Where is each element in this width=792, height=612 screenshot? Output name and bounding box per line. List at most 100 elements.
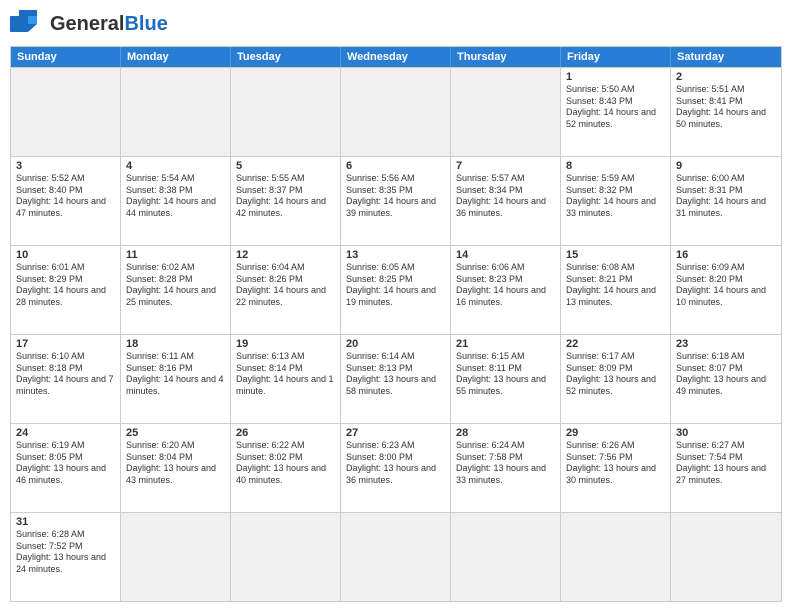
calendar-cell: 6Sunrise: 5:56 AMSunset: 8:35 PMDaylight… (341, 157, 451, 245)
calendar-cell: 28Sunrise: 6:24 AMSunset: 7:58 PMDayligh… (451, 424, 561, 512)
calendar-cell (341, 68, 451, 156)
day-number: 3 (16, 160, 115, 172)
day-number: 9 (676, 160, 776, 172)
calendar-cell: 15Sunrise: 6:08 AMSunset: 8:21 PMDayligh… (561, 246, 671, 334)
day-number: 12 (236, 249, 335, 261)
calendar-cell: 14Sunrise: 6:06 AMSunset: 8:23 PMDayligh… (451, 246, 561, 334)
sun-info: Sunrise: 6:18 AMSunset: 8:07 PMDaylight:… (676, 351, 776, 398)
calendar-cell: 18Sunrise: 6:11 AMSunset: 8:16 PMDayligh… (121, 335, 231, 423)
calendar-cell: 17Sunrise: 6:10 AMSunset: 8:18 PMDayligh… (11, 335, 121, 423)
sun-info: Sunrise: 6:23 AMSunset: 8:00 PMDaylight:… (346, 440, 445, 487)
sun-info: Sunrise: 5:59 AMSunset: 8:32 PMDaylight:… (566, 173, 665, 220)
day-number: 1 (566, 71, 665, 83)
calendar-cell: 4Sunrise: 5:54 AMSunset: 8:38 PMDaylight… (121, 157, 231, 245)
day-number: 4 (126, 160, 225, 172)
sun-info: Sunrise: 6:19 AMSunset: 8:05 PMDaylight:… (16, 440, 115, 487)
day-header-saturday: Saturday (671, 47, 781, 67)
calendar-cell: 11Sunrise: 6:02 AMSunset: 8:28 PMDayligh… (121, 246, 231, 334)
calendar-cell: 7Sunrise: 5:57 AMSunset: 8:34 PMDaylight… (451, 157, 561, 245)
calendar-cell: 12Sunrise: 6:04 AMSunset: 8:26 PMDayligh… (231, 246, 341, 334)
calendar-cell: 31Sunrise: 6:28 AMSunset: 7:52 PMDayligh… (11, 513, 121, 601)
calendar-cell: 25Sunrise: 6:20 AMSunset: 8:04 PMDayligh… (121, 424, 231, 512)
sun-info: Sunrise: 6:13 AMSunset: 8:14 PMDaylight:… (236, 351, 335, 398)
day-number: 25 (126, 427, 225, 439)
day-number: 17 (16, 338, 115, 350)
calendar-cell: 27Sunrise: 6:23 AMSunset: 8:00 PMDayligh… (341, 424, 451, 512)
day-number: 11 (126, 249, 225, 261)
day-number: 30 (676, 427, 776, 439)
sun-info: Sunrise: 6:22 AMSunset: 8:02 PMDaylight:… (236, 440, 335, 487)
logo: GeneralBlue (10, 10, 168, 38)
day-number: 6 (346, 160, 445, 172)
calendar-cell: 13Sunrise: 6:05 AMSunset: 8:25 PMDayligh… (341, 246, 451, 334)
day-number: 24 (16, 427, 115, 439)
calendar-week-1: 1Sunrise: 5:50 AMSunset: 8:43 PMDaylight… (11, 67, 781, 156)
calendar-cell (121, 513, 231, 601)
day-number: 5 (236, 160, 335, 172)
sun-info: Sunrise: 5:54 AMSunset: 8:38 PMDaylight:… (126, 173, 225, 220)
sun-info: Sunrise: 6:04 AMSunset: 8:26 PMDaylight:… (236, 262, 335, 309)
day-number: 28 (456, 427, 555, 439)
calendar-cell: 24Sunrise: 6:19 AMSunset: 8:05 PMDayligh… (11, 424, 121, 512)
sun-info: Sunrise: 6:01 AMSunset: 8:29 PMDaylight:… (16, 262, 115, 309)
day-number: 18 (126, 338, 225, 350)
day-header-sunday: Sunday (11, 47, 121, 67)
calendar-cell: 8Sunrise: 5:59 AMSunset: 8:32 PMDaylight… (561, 157, 671, 245)
calendar-week-6: 31Sunrise: 6:28 AMSunset: 7:52 PMDayligh… (11, 512, 781, 601)
calendar-cell: 23Sunrise: 6:18 AMSunset: 8:07 PMDayligh… (671, 335, 781, 423)
sun-info: Sunrise: 6:26 AMSunset: 7:56 PMDaylight:… (566, 440, 665, 487)
calendar-cell (451, 68, 561, 156)
calendar-cell (231, 68, 341, 156)
calendar-cell: 19Sunrise: 6:13 AMSunset: 8:14 PMDayligh… (231, 335, 341, 423)
day-number: 10 (16, 249, 115, 261)
calendar-cell (341, 513, 451, 601)
day-number: 8 (566, 160, 665, 172)
day-header-monday: Monday (121, 47, 231, 67)
calendar-cell (671, 513, 781, 601)
day-number: 21 (456, 338, 555, 350)
sun-info: Sunrise: 5:51 AMSunset: 8:41 PMDaylight:… (676, 84, 776, 131)
calendar-cell: 22Sunrise: 6:17 AMSunset: 8:09 PMDayligh… (561, 335, 671, 423)
day-header-thursday: Thursday (451, 47, 561, 67)
calendar-cell: 5Sunrise: 5:55 AMSunset: 8:37 PMDaylight… (231, 157, 341, 245)
calendar-body: 1Sunrise: 5:50 AMSunset: 8:43 PMDaylight… (11, 67, 781, 601)
sun-info: Sunrise: 6:14 AMSunset: 8:13 PMDaylight:… (346, 351, 445, 398)
calendar-cell (11, 68, 121, 156)
day-number: 22 (566, 338, 665, 350)
sun-info: Sunrise: 6:11 AMSunset: 8:16 PMDaylight:… (126, 351, 225, 398)
sun-info: Sunrise: 6:08 AMSunset: 8:21 PMDaylight:… (566, 262, 665, 309)
calendar-cell: 26Sunrise: 6:22 AMSunset: 8:02 PMDayligh… (231, 424, 341, 512)
calendar-cell: 16Sunrise: 6:09 AMSunset: 8:20 PMDayligh… (671, 246, 781, 334)
calendar-cell (231, 513, 341, 601)
calendar: SundayMondayTuesdayWednesdayThursdayFrid… (10, 46, 782, 602)
sun-info: Sunrise: 6:09 AMSunset: 8:20 PMDaylight:… (676, 262, 776, 309)
header: GeneralBlue (10, 10, 782, 38)
day-header-tuesday: Tuesday (231, 47, 341, 67)
day-number: 29 (566, 427, 665, 439)
page: GeneralBlue SundayMondayTuesdayWednesday… (0, 0, 792, 612)
calendar-cell: 30Sunrise: 6:27 AMSunset: 7:54 PMDayligh… (671, 424, 781, 512)
sun-info: Sunrise: 6:10 AMSunset: 8:18 PMDaylight:… (16, 351, 115, 398)
sun-info: Sunrise: 6:02 AMSunset: 8:28 PMDaylight:… (126, 262, 225, 309)
calendar-week-4: 17Sunrise: 6:10 AMSunset: 8:18 PMDayligh… (11, 334, 781, 423)
calendar-cell: 29Sunrise: 6:26 AMSunset: 7:56 PMDayligh… (561, 424, 671, 512)
day-number: 7 (456, 160, 555, 172)
calendar-cell: 9Sunrise: 6:00 AMSunset: 8:31 PMDaylight… (671, 157, 781, 245)
day-number: 20 (346, 338, 445, 350)
calendar-cell: 3Sunrise: 5:52 AMSunset: 8:40 PMDaylight… (11, 157, 121, 245)
sun-info: Sunrise: 5:52 AMSunset: 8:40 PMDaylight:… (16, 173, 115, 220)
logo-icon (10, 10, 46, 38)
day-number: 2 (676, 71, 776, 83)
sun-info: Sunrise: 6:27 AMSunset: 7:54 PMDaylight:… (676, 440, 776, 487)
calendar-cell: 2Sunrise: 5:51 AMSunset: 8:41 PMDaylight… (671, 68, 781, 156)
sun-info: Sunrise: 6:00 AMSunset: 8:31 PMDaylight:… (676, 173, 776, 220)
calendar-week-3: 10Sunrise: 6:01 AMSunset: 8:29 PMDayligh… (11, 245, 781, 334)
day-number: 31 (16, 516, 115, 528)
day-number: 15 (566, 249, 665, 261)
day-header-friday: Friday (561, 47, 671, 67)
sun-info: Sunrise: 6:06 AMSunset: 8:23 PMDaylight:… (456, 262, 555, 309)
day-number: 16 (676, 249, 776, 261)
calendar-cell: 10Sunrise: 6:01 AMSunset: 8:29 PMDayligh… (11, 246, 121, 334)
calendar-cell (451, 513, 561, 601)
day-number: 19 (236, 338, 335, 350)
